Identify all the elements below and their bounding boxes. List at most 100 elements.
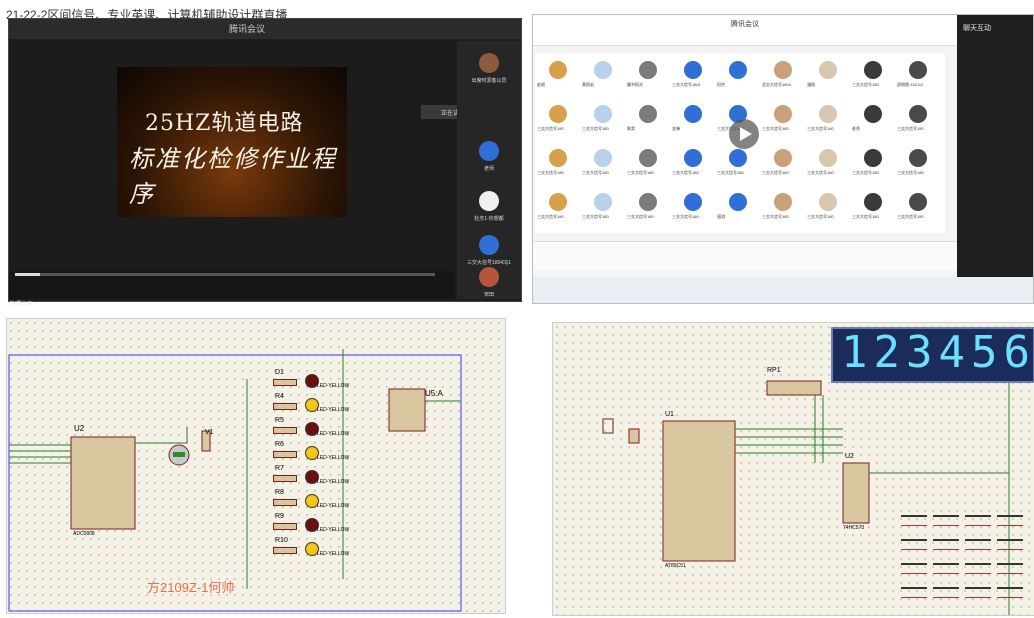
keypad-button[interactable] [965,563,991,574]
participant-avatar[interactable] [864,193,882,211]
player-toolbar [13,41,453,55]
resistor [273,427,297,434]
led-resistor-label: R8 [275,489,284,496]
participant-avatar[interactable] [594,149,612,167]
share-status: 快照共享 [9,302,34,308]
participant-name: 出席时源客以员 [471,78,507,84]
led-resistor-label: D1 [275,369,284,376]
participant-avatar[interactable] [774,149,792,167]
keypad-button[interactable] [901,563,927,574]
keypad-button[interactable] [933,515,959,526]
keypad-button[interactable] [997,515,1023,526]
meeting-grid-screenshot: 腾讯会议 赵斌 黄照岩 霸书阳光 三交大信号1801 田杰 北交大信号1804 潘翔 三交大信… [532,14,1034,304]
progress-bar[interactable] [15,273,435,276]
participant-avatar[interactable] [684,149,702,167]
participant-avatar[interactable] [594,193,612,211]
participant-name: 潘翔 [807,82,815,87]
participant-avatar[interactable] [864,105,882,123]
taskbar [533,277,1033,303]
led-column: D1 LED-YELLOW R4 LED-YELLOW R5 LED-YELLOW R6 LE… [243,369,353,589]
keypad-button[interactable] [965,515,991,526]
participant-item[interactable]: 出席时源客以员 [461,49,517,95]
participant-avatar[interactable] [819,193,837,211]
participant-avatar[interactable] [549,149,567,167]
participant-avatar[interactable] [909,105,927,123]
participant-avatar[interactable] [909,149,927,167]
participant-avatar[interactable] [774,105,792,123]
avatar [479,191,499,211]
participant-avatar[interactable] [729,61,747,79]
led-caption: LED-YELLOW [317,503,350,509]
participant-avatar[interactable] [639,105,657,123]
participant-name: 三交大信号180 [672,214,699,219]
avatar [479,53,499,73]
led-resistor-label: R10 [275,537,288,544]
participant-name: 黄照岩 [582,82,594,87]
window-title: 腾讯会议 [731,21,759,28]
keypad-button[interactable] [901,587,927,598]
participant-name: 田杰 [717,82,725,87]
voltmeter-label: V1 [205,429,214,436]
mcu-name: AT89C51 [665,563,686,569]
participant-avatar[interactable] [729,193,747,211]
participant-avatar[interactable] [594,61,612,79]
keypad-button[interactable] [965,539,991,550]
participant-avatar[interactable] [819,149,837,167]
led-resistor-label: R7 [275,465,284,472]
participant-avatar[interactable] [864,149,882,167]
title-bar: 腾讯会议 [533,15,957,46]
participant-avatar[interactable] [729,149,747,167]
participant-avatar[interactable] [594,105,612,123]
chat-panel: 聊天互动 [957,15,1033,303]
keypad-button[interactable] [901,539,927,550]
participant-avatar[interactable] [909,61,927,79]
button-matrix [901,515,1031,611]
participant-item[interactable]: 杜杰1-你想都 [461,187,517,233]
video-frame[interactable]: 25HZ轨道电路 标准化检修作业程序 [117,67,347,217]
participant-avatar[interactable] [639,61,657,79]
participant-name: 三交大信号180 [582,170,609,175]
keypad-button[interactable] [965,587,991,598]
participant-avatar[interactable] [819,105,837,123]
participant-avatar[interactable] [639,149,657,167]
participant-avatar[interactable] [549,105,567,123]
keypad-button[interactable] [901,515,927,526]
participant-name: 三交大信号180 [807,126,834,131]
participant-name: 老师 [852,126,860,131]
participant-avatar[interactable] [549,61,567,79]
participant-avatar[interactable] [684,193,702,211]
participant-name: 三交大信号180 [672,170,699,175]
participant-avatar[interactable] [684,105,702,123]
led-resistor-label: R9 [275,513,284,520]
participant-avatar[interactable] [639,193,657,211]
resistor [273,523,297,530]
participant-avatar[interactable] [549,193,567,211]
participant-name: 赵斌 [537,82,545,87]
participant-name: 三交大信号180 [627,170,654,175]
participant-name: 三交大信号180 [627,214,654,219]
resistor [273,379,297,386]
keypad-button[interactable] [997,563,1023,574]
participant-avatar[interactable] [684,61,702,79]
participant-avatar[interactable] [864,61,882,79]
play-icon[interactable] [729,119,759,149]
participant-avatar[interactable] [774,193,792,211]
participant-item[interactable]: 老师 [461,137,517,183]
keypad-button[interactable] [997,539,1023,550]
keypad-button[interactable] [933,563,959,574]
participant-avatar[interactable] [909,193,927,211]
participant-avatar[interactable] [819,61,837,79]
signature: 方2109Z-1何帅 [147,580,235,595]
mcu-schematic: 123456 RP1 U1 AT89C51 U2 74HC573 [552,322,1034,616]
participant-avatar[interactable] [774,61,792,79]
video-title-line1: 25HZ轨道电路 [145,111,304,136]
keypad-button[interactable] [933,587,959,598]
participant-name: 三交大信号180 [537,126,564,131]
participant-name: 北交大信号1804 [762,82,791,87]
participant-name: 邵朋朋-192112 [897,82,924,87]
keypad-button[interactable] [997,587,1023,598]
participant-name: 三交大信号180 [807,170,834,175]
keypad-button[interactable] [933,539,959,550]
participant-name: 三交大信号180 [762,126,789,131]
resistor [273,475,297,482]
